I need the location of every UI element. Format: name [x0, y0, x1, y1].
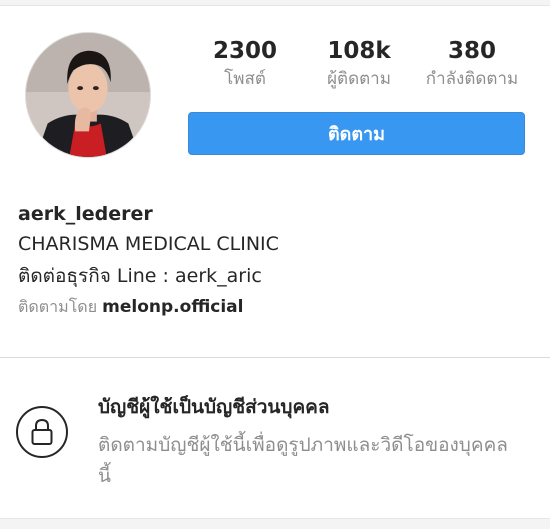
username: aerk_lederer	[18, 203, 153, 225]
following-count: 380	[447, 38, 496, 64]
bio-line-contact: ติดต่อธุรกิจ Line : aerk_aric	[18, 265, 262, 287]
private-description: ติดตามบัญชีผู้ใช้นี้เพื่อดูรูปภาพและวิดี…	[98, 434, 508, 487]
stat-following[interactable]: 380 กำลังติดตาม	[412, 36, 532, 92]
bio-line-clinic: CHARISMA MEDICAL CLINIC	[18, 233, 279, 255]
followers-label: ผู้ติดตาม	[327, 69, 391, 89]
follow-button[interactable]: ติดตาม	[188, 112, 525, 155]
followed-by: ติดตามโดย melonp.official	[18, 294, 538, 320]
private-account-notice: บัญชีผู้ใช้เป็นบัญชีส่วนบุคคล ติดตามบัญช…	[0, 358, 550, 518]
followers-count: 108k	[327, 38, 391, 64]
posts-count: 2300	[212, 38, 277, 64]
followed-by-label: ติดตามโดย	[18, 297, 98, 316]
top-edge	[0, 0, 550, 6]
followed-by-account[interactable]: melonp.official	[102, 297, 243, 317]
profile-photo-icon	[26, 33, 150, 157]
following-label: กำลังติดตาม	[425, 69, 519, 89]
profile-stats: 2300 โพสต์ 108k ผู้ติดตาม 380 กำลังติดตา…	[190, 36, 535, 106]
private-title: บัญชีผู้ใช้เป็นบัญชีส่วนบุคคล	[98, 396, 330, 418]
avatar[interactable]	[25, 32, 151, 158]
bottom-edge	[0, 518, 550, 529]
stat-followers[interactable]: 108k ผู้ติดตาม	[314, 36, 404, 92]
lock-icon	[16, 406, 68, 458]
stat-posts: 2300 โพสต์	[200, 36, 290, 92]
profile-bio: aerk_lederer CHARISMA MEDICAL CLINIC ติด…	[18, 200, 538, 320]
posts-label: โพสต์	[224, 69, 266, 89]
